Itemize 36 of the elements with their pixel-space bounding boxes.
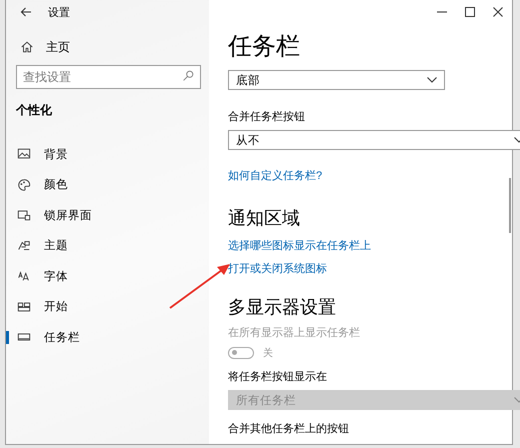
search-icon [181,69,195,83]
section-heading: 通知区域 [228,207,301,229]
home-icon [20,40,34,54]
scrollbar[interactable] [509,178,511,233]
link[interactable]: 选择哪些图标显示在任务栏上 [228,239,371,253]
sidebar-item[interactable]: 字体 [6,261,209,292]
window-title: 设置 [48,6,70,20]
caret-icon [427,77,437,83]
tiles-icon [17,300,31,314]
sidebar-item[interactable]: 任务栏 [6,322,209,352]
dropdown[interactable]: 从不 [228,130,520,150]
link[interactable]: 如何自定义任务栏? [228,169,322,183]
search-field[interactable]: 查找设置 [16,65,201,89]
field-label: 合并任务栏按钮 [228,110,306,124]
section-heading: 多显示器设置 [228,296,337,318]
sidebar-item[interactable]: 开始 [6,292,209,322]
sidebar-item[interactable]: 主题 [6,230,209,261]
field-label: 将任务栏按钮显示在 [228,370,328,384]
dropdown[interactable]: 底部 [228,70,445,90]
home-link[interactable]: 主页 [20,35,209,59]
picture-icon [17,147,31,162]
palette-icon [17,178,31,192]
back-icon[interactable] [20,6,32,18]
section-heading: 个性化 [16,102,53,119]
sidebar-item[interactable]: 颜色 [6,170,209,200]
field-label: 合并其他任务栏上的按钮 [228,422,350,436]
sidebar-item[interactable]: 锁屏界面 [6,200,209,230]
brush-icon [17,238,31,253]
maximize-icon[interactable] [462,4,478,20]
link[interactable]: 打开或关闭系统图标 [228,262,327,276]
toggle-label: 在所有显示器上显示任务栏 [228,326,361,340]
toggle-state: 关 [263,346,273,360]
page-title: 任务栏 [228,32,301,62]
sidebar-item[interactable]: 背景 [6,139,209,170]
font-icon [17,269,31,284]
screen-icon [17,208,31,222]
